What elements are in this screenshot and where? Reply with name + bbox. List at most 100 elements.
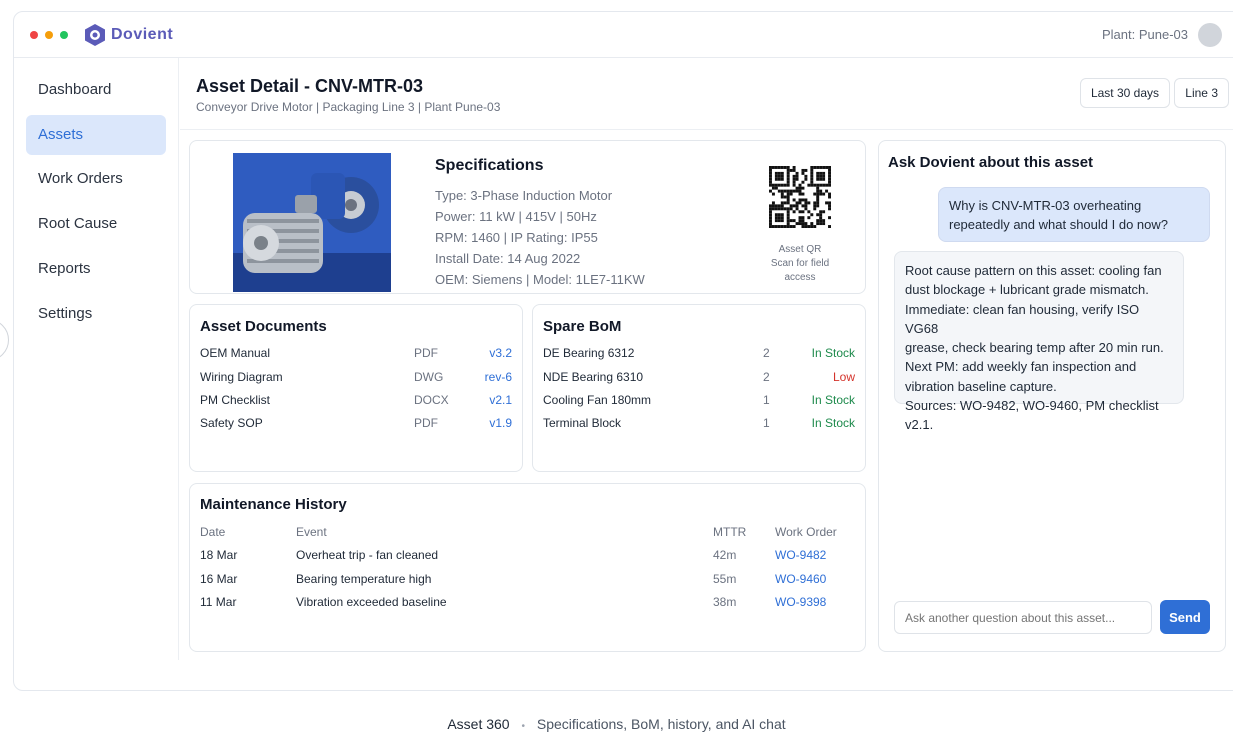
- document-name[interactable]: Safety SOP: [200, 416, 263, 430]
- window-maximize-dot[interactable]: [60, 31, 68, 39]
- history-date: 11 Mar: [200, 595, 237, 609]
- line-filter[interactable]: Line 3: [1174, 78, 1229, 108]
- date-range-filter[interactable]: Last 30 days: [1079, 78, 1170, 108]
- specifications-card: Specifications Type: 3-Phase Induction M…: [189, 140, 866, 294]
- page-header: Asset Detail - CNV-MTR-03 Conveyor Drive…: [180, 58, 1233, 130]
- history-mttr: 38m: [713, 595, 737, 609]
- sidebar-item-reports[interactable]: Reports: [26, 249, 166, 289]
- assistant-message-line: Sources: WO-9482, WO-9460, PM checklist …: [905, 398, 1159, 433]
- asset-chat-panel: Ask Dovient about this asset Why is CNV-…: [878, 140, 1226, 652]
- bom-status: In Stock: [811, 346, 855, 360]
- sidebar-item-assets[interactable]: Assets: [26, 115, 166, 155]
- bom-status: In Stock: [811, 416, 855, 430]
- bom-part-name: Terminal Block: [543, 416, 622, 430]
- chat-input[interactable]: [894, 601, 1152, 634]
- asset-qr-code[interactable]: [769, 166, 831, 228]
- document-version-link[interactable]: v1.9: [489, 416, 512, 430]
- bom-part-name: Cooling Fan 180mm: [543, 393, 652, 407]
- sidebar-collapse-handle[interactable]: [0, 319, 9, 361]
- bom-qty: 1: [763, 393, 770, 407]
- history-event: Bearing temperature high: [296, 572, 432, 586]
- sidebar-item-settings[interactable]: Settings: [26, 294, 166, 334]
- qr-caption: Asset QR Scan for field access: [750, 243, 850, 285]
- assistant-message-line: grease, check bearing temp after 20 min …: [905, 340, 1164, 356]
- assistant-message: Root cause pattern on this asset: coolin…: [894, 251, 1184, 432]
- motor-illustration: [233, 153, 391, 292]
- column-header-event: Event: [296, 525, 327, 539]
- bom-qty: 2: [763, 370, 770, 384]
- document-type: PDF: [414, 346, 438, 360]
- bom-part-name: NDE Bearing 6310: [543, 370, 644, 384]
- column-header-mttr: MTTR: [713, 525, 747, 539]
- top-bar: Dovient Plant: Pune-03: [14, 12, 1233, 58]
- window-minimize-dot[interactable]: [45, 31, 53, 39]
- assistant-message-line: Root cause pattern on this asset: coolin…: [905, 263, 1162, 278]
- work-order-link[interactable]: WO-9398: [775, 595, 826, 609]
- history-date: 16 Mar: [200, 572, 238, 586]
- sidebar: Dashboard Assets Work Orders Root Cause …: [14, 58, 179, 660]
- history-mttr: 55m: [713, 572, 737, 586]
- send-button[interactable]: Send: [1160, 600, 1210, 634]
- spec-oem: OEM: Siemens | Model: 1LE7-11KW: [435, 272, 645, 287]
- document-name[interactable]: PM Checklist: [200, 393, 270, 407]
- document-version-link[interactable]: v3.2: [489, 346, 512, 360]
- bom-status: In Stock: [811, 393, 855, 407]
- maintenance-history-card: Maintenance History Date Event MTTR Work…: [189, 483, 866, 652]
- assistant-message-line: dust blockage + lubricant grade mismatch…: [905, 282, 1149, 298]
- spare-bom-card: Spare BoM DE Bearing 6312 2 In Stock NDE…: [532, 304, 866, 472]
- document-type: PDF: [414, 416, 438, 430]
- maintenance-history-title: Maintenance History: [200, 496, 347, 513]
- user-avatar[interactable]: [1198, 23, 1222, 47]
- spare-bom-title: Spare BoM: [543, 318, 622, 335]
- caption-separator: •: [521, 721, 525, 732]
- asset-documents-card: Asset Documents OEM Manual PDF v3.2 Wiri…: [189, 304, 523, 472]
- document-name[interactable]: OEM Manual: [200, 346, 270, 360]
- spec-type: Type: 3-Phase Induction Motor: [435, 188, 613, 203]
- assistant-message-line: Next PM: add weekly fan inspection and: [905, 359, 1137, 375]
- history-mttr: 42m: [713, 548, 737, 562]
- asset-documents-title: Asset Documents: [200, 318, 327, 335]
- spec-power: Power: 11 kW | 415V | 50Hz: [435, 209, 597, 224]
- spec-install-date: Install Date: 14 Aug 2022: [435, 251, 581, 266]
- user-message: Why is CNV-MTR-03 overheating repeatedly…: [938, 187, 1210, 242]
- column-header-work-order: Work Order: [775, 525, 837, 539]
- document-type: DWG: [414, 370, 444, 384]
- history-event: Vibration exceeded baseline: [296, 595, 447, 609]
- document-version-link[interactable]: rev-6: [485, 370, 512, 384]
- bom-status: Low: [832, 370, 855, 384]
- document-version-link[interactable]: v2.1: [489, 393, 512, 407]
- qr-caption-line: access: [784, 272, 816, 283]
- caption-title: Asset 360: [447, 716, 510, 732]
- document-name[interactable]: Wiring Diagram: [200, 370, 283, 384]
- sidebar-item-root-cause[interactable]: Root Cause: [26, 204, 166, 244]
- work-order-link[interactable]: WO-9460: [775, 572, 826, 586]
- dovient-logo-icon: [85, 24, 105, 46]
- column-header-date: Date: [200, 525, 226, 539]
- qr-caption-line: Scan for field: [770, 258, 830, 269]
- window-close-dot[interactable]: [30, 31, 38, 39]
- page-subtitle: Conveyor Drive Motor | Packaging Line 3 …: [196, 100, 501, 114]
- sidebar-item-work-orders[interactable]: Work Orders: [26, 159, 166, 199]
- sidebar-item-dashboard[interactable]: Dashboard: [26, 70, 166, 110]
- app-window: Dovient Plant: Pune-03 Dashboard Assets …: [13, 11, 1233, 691]
- bom-qty: 1: [763, 416, 770, 430]
- asset-photo: [233, 153, 391, 292]
- work-order-link[interactable]: WO-9482: [775, 548, 826, 562]
- history-event: Overheat trip - fan cleaned: [296, 548, 439, 562]
- qr-caption-line: Asset QR: [778, 244, 822, 255]
- document-type: DOCX: [414, 393, 449, 407]
- assistant-message-line: Immediate: clean fan housing, verify ISO…: [905, 301, 1140, 336]
- chat-title: Ask Dovient about this asset: [888, 154, 1094, 171]
- plant-selector[interactable]: Plant: Pune-03: [1102, 27, 1188, 42]
- assistant-message-line: vibration baseline capture.: [905, 378, 1057, 394]
- caption-bar: Asset 360 • Specifications, BoM, history…: [0, 716, 1233, 732]
- specifications-title: Specifications: [435, 157, 544, 174]
- spec-rpm: RPM: 1460 | IP Rating: IP55: [435, 230, 598, 245]
- brand-logo[interactable]: Dovient: [84, 23, 173, 47]
- brand-name: Dovient: [111, 26, 174, 43]
- history-date: 18 Mar: [200, 548, 238, 562]
- bom-part-name: DE Bearing 6312: [543, 346, 635, 360]
- caption-text: Specifications, BoM, history, and AI cha…: [536, 716, 786, 732]
- page-title: Asset Detail - CNV-MTR-03: [196, 76, 424, 96]
- bom-qty: 2: [763, 346, 770, 360]
